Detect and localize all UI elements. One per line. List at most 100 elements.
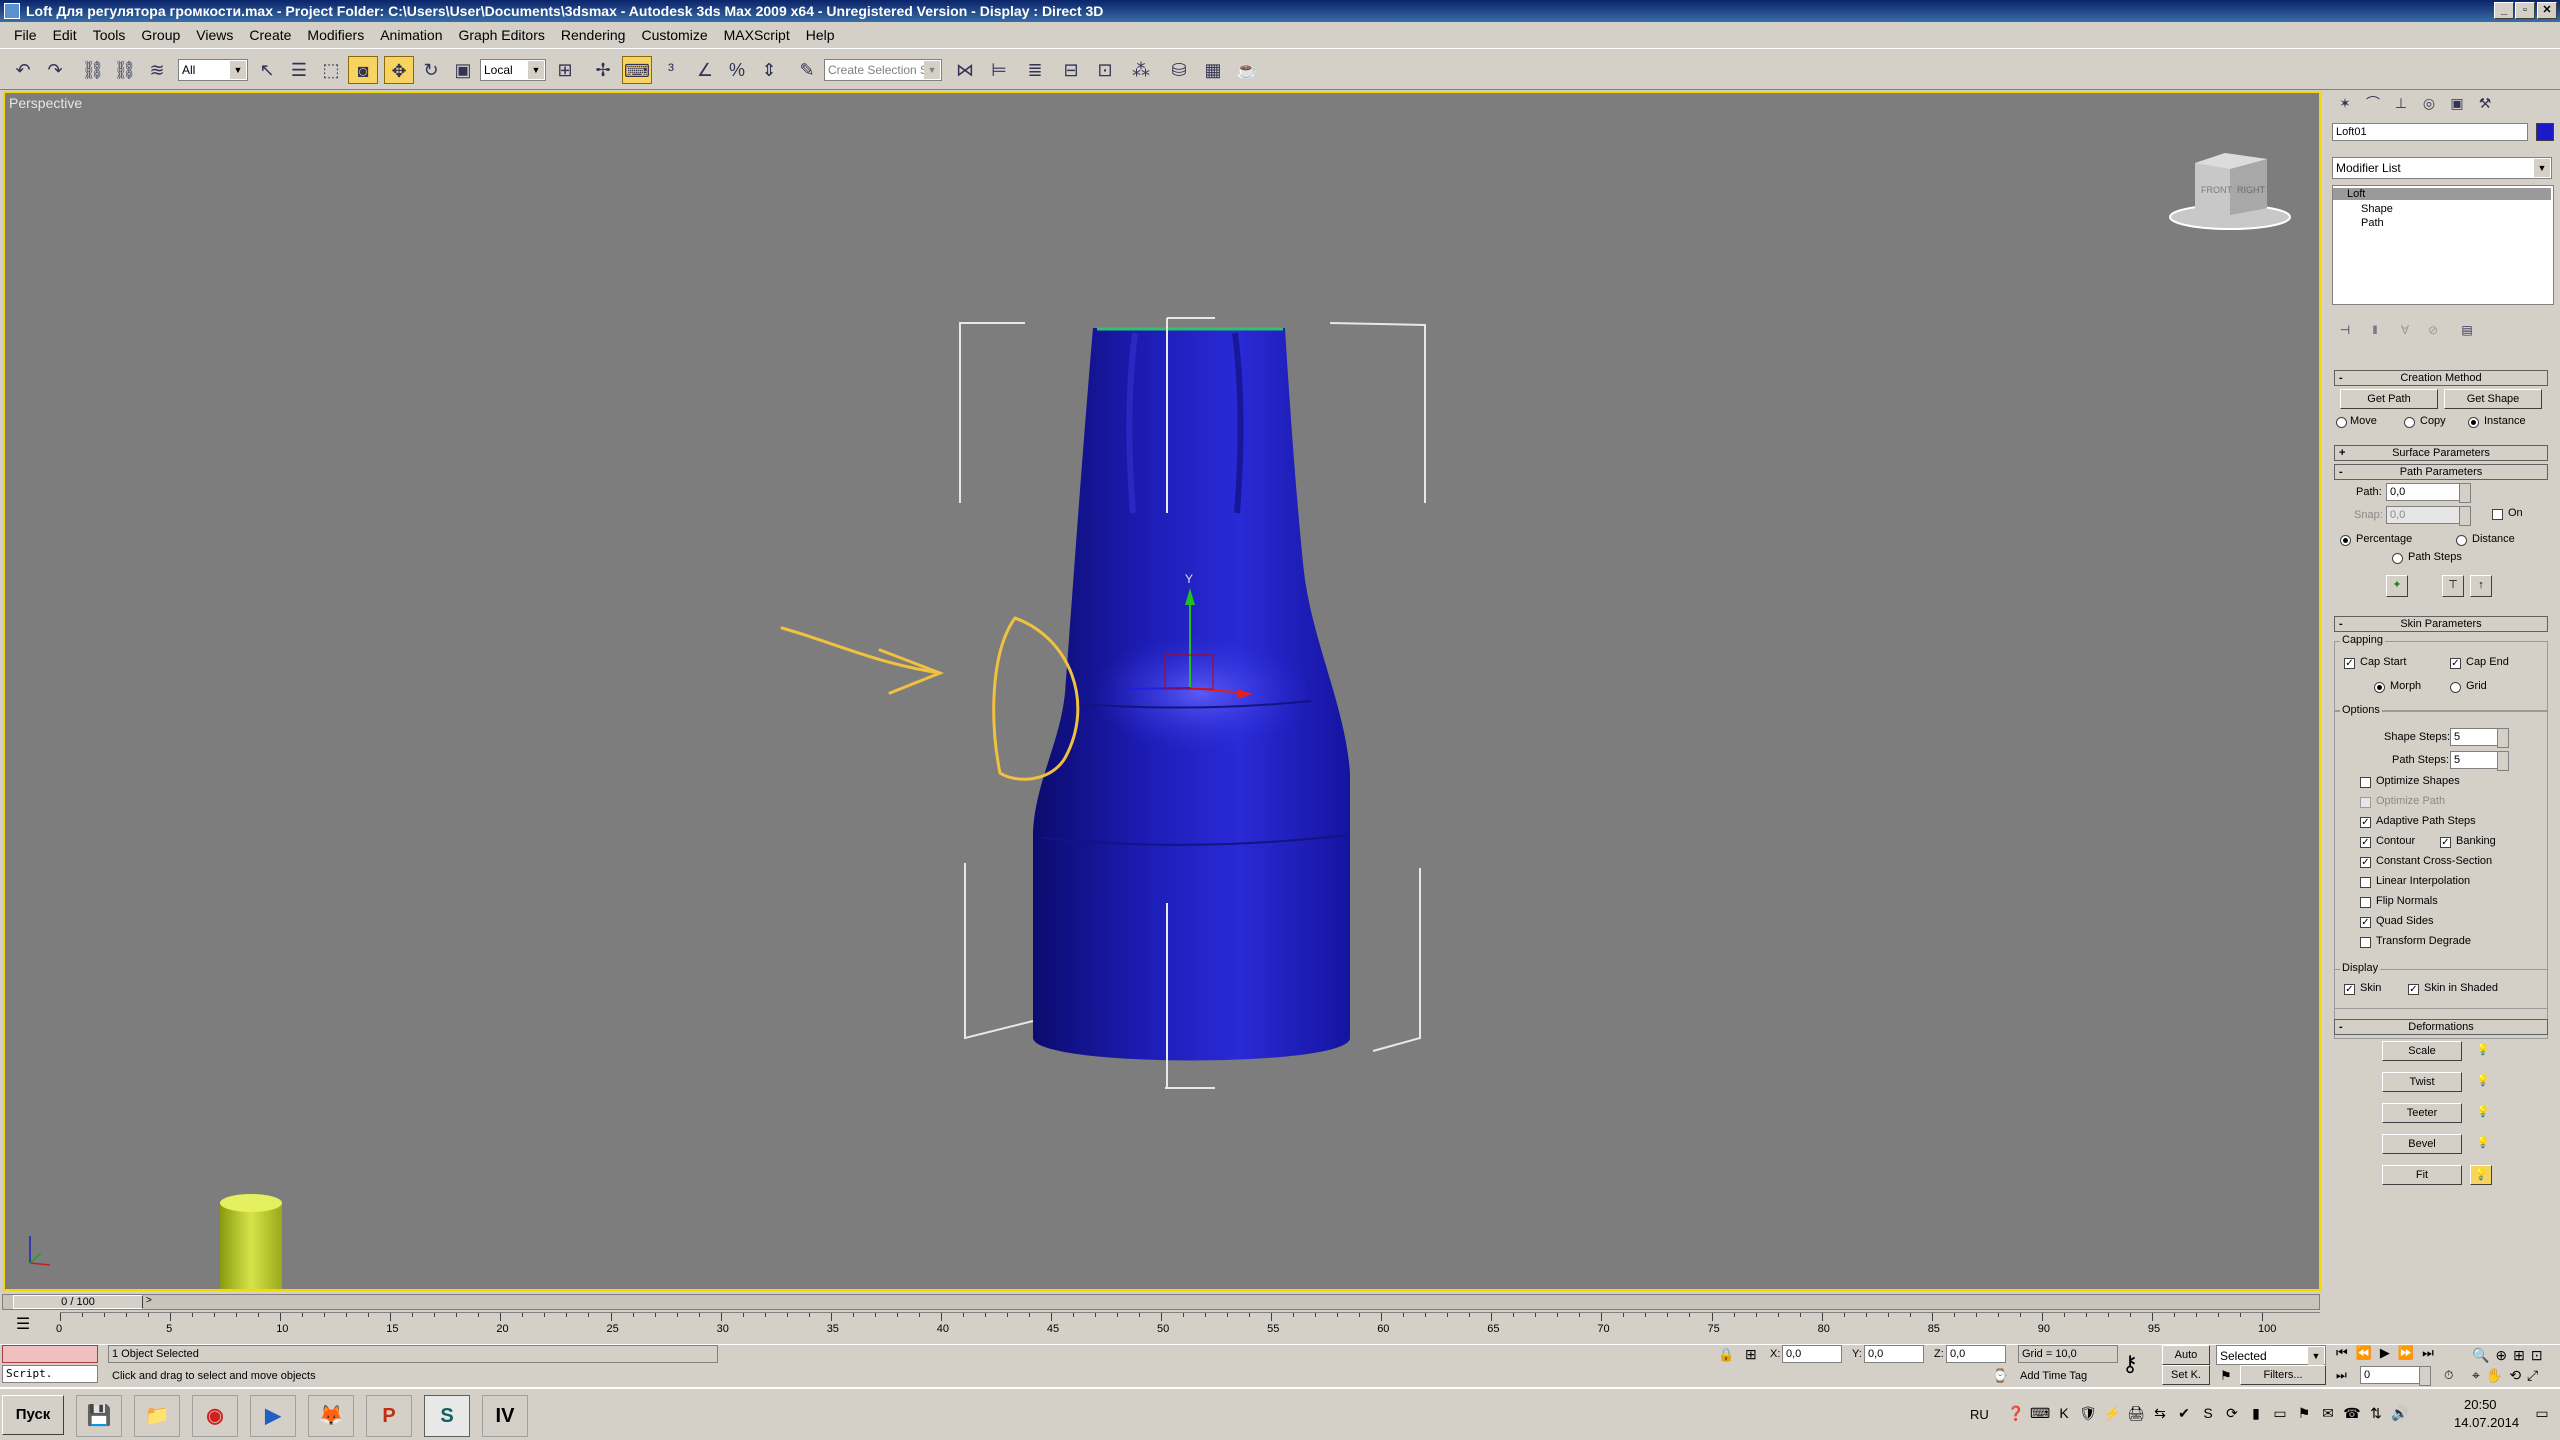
banking-checkbox[interactable]: ✓ [2440, 837, 2451, 848]
path-spinner[interactable]: 0,0 [2386, 483, 2471, 503]
time-config-icon[interactable]: ⏱ [2444, 1368, 2453, 1383]
region-select-icon[interactable]: ⬚ [316, 56, 346, 84]
teeter-bulb-icon[interactable]: 💡 [2476, 1105, 2490, 1118]
time-tag-icon[interactable]: ⌚ [1992, 1368, 2008, 1384]
explorer-app-icon[interactable]: 📁 [134, 1395, 180, 1437]
quad-sides-checkbox[interactable]: ✓ [2360, 917, 2371, 928]
optimize-path-checkbox[interactable] [2360, 797, 2371, 808]
stack-item-shape[interactable]: Shape [2361, 203, 2393, 215]
move-icon[interactable]: ✥ [384, 56, 414, 84]
menu-tools[interactable]: Tools [85, 27, 134, 43]
render-setup-icon[interactable]: ⛁ [1164, 56, 1194, 84]
restore-button[interactable]: ▫ [2515, 2, 2535, 19]
menu-views[interactable]: Views [188, 27, 241, 43]
reference-coord-dropdown[interactable]: Local [480, 59, 546, 81]
menu-help[interactable]: Help [798, 27, 843, 43]
time-slider-track[interactable]: 0 / 100 > [2, 1294, 2320, 1310]
twist-bulb-icon[interactable]: 💡 [2476, 1074, 2490, 1087]
menu-group[interactable]: Group [133, 27, 188, 43]
shape-steps-spinner[interactable]: 5 [2450, 728, 2509, 748]
modify-tab-icon[interactable]: ⌒ [2360, 89, 2386, 117]
printer-tray-icon[interactable]: 🖨 [2126, 1403, 2146, 1423]
selection-filter-dropdown[interactable]: All [178, 59, 248, 81]
spinner-snap-icon[interactable]: ⇕ [754, 56, 784, 84]
time-slider-next-icon[interactable]: > [146, 1295, 152, 1306]
battery-tray-icon[interactable]: ▮ [2246, 1403, 2266, 1423]
menu-edit[interactable]: Edit [45, 27, 85, 43]
mail-tray-icon[interactable]: ✉ [2318, 1403, 2338, 1423]
menu-modifiers[interactable]: Modifiers [299, 27, 372, 43]
security-tray-icon[interactable]: 🛡 [2078, 1403, 2098, 1423]
skin-parameters-rollout[interactable]: - Skin Parameters [2334, 616, 2548, 632]
select-object-icon[interactable]: ↖ [252, 56, 282, 84]
absolute-mode-icon[interactable]: ⊞ [1745, 1346, 1757, 1363]
network-tray-icon[interactable]: ⇆ [2150, 1403, 2170, 1423]
percent-snap-icon[interactable]: % [722, 56, 752, 84]
help-tray-icon[interactable]: ❓ [2006, 1403, 2026, 1423]
pivot-icon[interactable]: ⊞ [550, 56, 580, 84]
motion-tab-icon[interactable]: ◎ [2416, 89, 2442, 117]
path-parameters-rollout[interactable]: - Path Parameters [2334, 464, 2548, 480]
chat-tray-icon[interactable]: ☎ [2342, 1403, 2362, 1423]
clock-date[interactable]: 14.07.2014 [2454, 1415, 2519, 1430]
media-player-app-icon[interactable]: ▶ [250, 1395, 296, 1437]
snap-on-checkbox[interactable] [2492, 509, 2503, 520]
optimize-shapes-checkbox[interactable] [2360, 777, 2371, 788]
contour-checkbox[interactable]: ✓ [2360, 837, 2371, 848]
copy-radio[interactable] [2404, 417, 2415, 428]
layer-manager-icon[interactable]: ≣ [1020, 56, 1050, 84]
menu-graph-editors[interactable]: Graph Editors [450, 27, 552, 43]
object-name-field[interactable]: Loft01 [2332, 123, 2528, 141]
utilities-tab-icon[interactable]: ⚒ [2472, 89, 2498, 117]
rotate-icon[interactable]: ↻ [416, 56, 446, 84]
schematic-view-icon[interactable]: ⊡ [1090, 56, 1120, 84]
get-path-button[interactable]: Get Path [2340, 389, 2438, 409]
redo-icon[interactable]: ↷ [40, 56, 70, 84]
pick-shape-button[interactable]: ✦ [2386, 575, 2408, 597]
flip-normals-checkbox[interactable] [2360, 897, 2371, 908]
window-crossing-icon[interactable]: ◙ [348, 56, 378, 84]
playback-controls[interactable]: ⏮⏪▶⏩⏭ [2336, 1345, 2466, 1365]
move-radio[interactable] [2336, 417, 2347, 428]
adaptive-path-steps-checkbox[interactable]: ✓ [2360, 817, 2371, 828]
app-icon[interactable] [4, 3, 20, 19]
minimize-button[interactable]: _ [2494, 2, 2514, 19]
create-tab-icon[interactable]: ✶ [2332, 89, 2358, 117]
named-selection-set-field[interactable]: Create Selection Se [824, 59, 942, 81]
curve-editor-icon[interactable]: ⊟ [1056, 56, 1086, 84]
bluetooth-tray-icon[interactable]: ⚡ [2102, 1403, 2122, 1423]
time-slider-thumb[interactable]: 0 / 100 [13, 1295, 143, 1309]
select-by-name-icon[interactable]: ☰ [284, 56, 314, 84]
cap-end-checkbox[interactable]: ✓ [2450, 658, 2461, 669]
key-mode-toggle-icon[interactable]: ⏭ [2336, 1368, 2347, 1383]
previous-shape-button[interactable]: ⊤ [2442, 575, 2464, 597]
fit-deformation-button[interactable]: Fit [2382, 1165, 2462, 1185]
transform-degrade-checkbox[interactable] [2360, 937, 2371, 948]
instance-radio[interactable] [2468, 417, 2479, 428]
align-icon[interactable]: ⊨ [984, 56, 1014, 84]
key-filters-button[interactable]: Filters... [2240, 1365, 2326, 1385]
set-key-button[interactable]: Set K. [2162, 1365, 2210, 1385]
sync-tray-icon[interactable]: ⇅ [2366, 1403, 2386, 1423]
z-coordinate-field[interactable]: 0,0 [1946, 1345, 2006, 1363]
flag-tray-icon[interactable]: ⚑ [2294, 1403, 2314, 1423]
y-coordinate-field[interactable]: 0,0 [1864, 1345, 1924, 1363]
surface-parameters-rollout[interactable]: + Surface Parameters [2334, 445, 2548, 461]
keyboard-shortcut-icon[interactable]: ⌨ [622, 56, 652, 84]
mini-curve-editor-icon[interactable]: ☰ [6, 1314, 40, 1338]
skin-in-shaded-checkbox[interactable]: ✓ [2408, 984, 2419, 995]
show-desktop-icon[interactable]: ▭ [2532, 1403, 2552, 1423]
skin-checkbox[interactable]: ✓ [2344, 984, 2355, 995]
twist-deformation-button[interactable]: Twist [2382, 1072, 2462, 1092]
display-tray-icon[interactable]: ▭ [2270, 1403, 2290, 1423]
keyboard-tray-icon[interactable]: ⌨ [2030, 1403, 2050, 1423]
menu-rendering[interactable]: Rendering [553, 27, 634, 43]
modifier-list-dropdown[interactable]: Modifier List [2332, 157, 2552, 179]
creation-method-rollout[interactable]: - Creation Method [2334, 370, 2548, 386]
show-end-result-icon[interactable]: ‖ [2364, 319, 2386, 341]
rendered-frame-icon[interactable]: ▦ [1198, 56, 1228, 84]
add-time-tag[interactable]: Add Time Tag [2020, 1370, 2087, 1382]
snap-icon[interactable]: ³ [656, 56, 686, 84]
configure-sets-icon[interactable]: ▤ [2456, 319, 2478, 341]
mirror-icon[interactable]: ⋈ [950, 56, 980, 84]
